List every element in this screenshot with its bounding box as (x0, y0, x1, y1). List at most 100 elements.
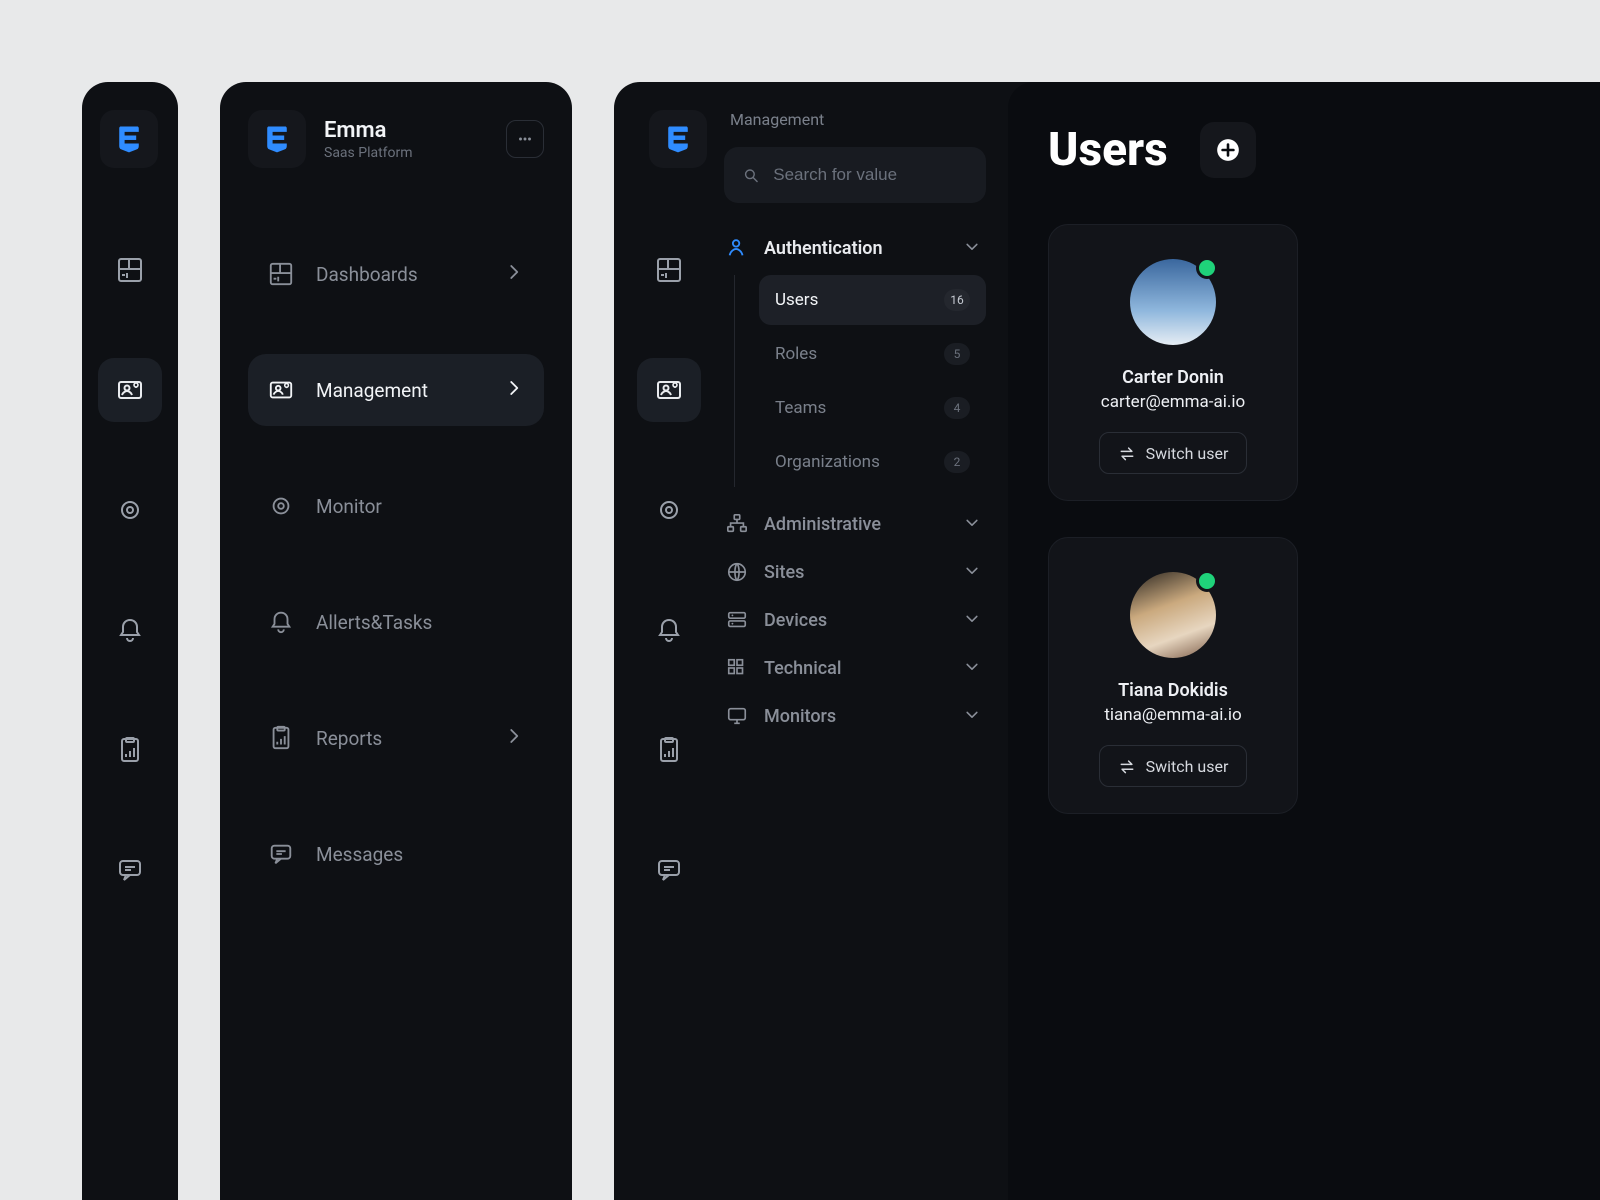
nav-item-management[interactable]: Management (248, 354, 544, 426)
rail-item-reports[interactable] (637, 718, 701, 782)
rail-item-reports[interactable] (98, 718, 162, 782)
group-administrative[interactable]: Administrative (724, 513, 986, 535)
reports-icon (655, 736, 683, 764)
chevron-right-icon (506, 263, 524, 286)
subnav-item-label: Roles (775, 344, 817, 364)
chevron-right-icon (506, 727, 524, 750)
app-name: Emma (324, 118, 413, 143)
chevron-down-icon (964, 514, 980, 535)
group-label: Administrative (764, 514, 881, 535)
avatar-wrap (1130, 572, 1216, 658)
search-input[interactable] (773, 165, 968, 185)
dashboard-icon (116, 256, 144, 284)
nav-item-label: Monitor (316, 495, 382, 518)
chevron-right-icon (506, 379, 524, 402)
messages-icon (268, 841, 294, 867)
messages-icon (655, 856, 683, 884)
chevron-down-icon (964, 610, 980, 631)
rail-item-alerts[interactable] (637, 598, 701, 662)
subnav-item-users[interactable]: Users 16 (759, 275, 986, 325)
subnav-title: Management (724, 110, 986, 129)
nav-item-reports[interactable]: Reports (248, 702, 544, 774)
chevron-down-icon (964, 238, 980, 259)
page-title: Users (1048, 123, 1168, 177)
rail-item-alerts[interactable] (98, 598, 162, 662)
more-button[interactable] (506, 120, 544, 158)
dashboard-icon (655, 256, 683, 284)
nav-item-label: Dashboards (316, 263, 418, 286)
dashboard-icon (268, 261, 294, 287)
management-icon (116, 376, 144, 404)
count-badge: 16 (944, 289, 970, 311)
nav-item-label: Management (316, 379, 428, 402)
rail-item-monitor[interactable] (637, 478, 701, 542)
group-label: Sites (764, 562, 804, 583)
status-online-icon (1196, 257, 1218, 279)
swap-icon (1118, 444, 1136, 462)
rail-item-management[interactable] (637, 358, 701, 422)
management-icon (655, 376, 683, 404)
chevron-down-icon (964, 562, 980, 583)
user-email: tiana@emma-ai.io (1104, 705, 1241, 725)
group-label: Technical (764, 658, 841, 679)
search-icon (742, 165, 759, 185)
subnav-item-roles[interactable]: Roles 5 (759, 329, 986, 379)
swap-icon (1118, 757, 1136, 775)
management-icon (268, 377, 294, 403)
dots-icon (516, 130, 534, 148)
switch-label: Switch user (1146, 444, 1229, 463)
nav-item-dashboard[interactable]: Dashboards (248, 238, 544, 310)
rail-item-management[interactable] (98, 358, 162, 422)
status-online-icon (1196, 570, 1218, 592)
subnav-item-label: Organizations (775, 452, 880, 472)
group-label: Authentication (764, 238, 883, 259)
grid-icon (726, 657, 748, 679)
count-badge: 5 (944, 343, 970, 365)
rail-item-dashboard[interactable] (637, 238, 701, 302)
user-card: Carter Donincarter@emma-ai.ioSwitch user (1048, 224, 1298, 501)
switch-label: Switch user (1146, 757, 1229, 776)
group-technical[interactable]: Technical (724, 657, 986, 679)
nav-item-label: Reports (316, 727, 382, 750)
search-box[interactable] (724, 147, 986, 203)
plus-icon (1215, 137, 1241, 163)
nav-item-messages[interactable]: Messages (248, 818, 544, 890)
logo[interactable] (100, 110, 158, 168)
rail-item-dashboard[interactable] (98, 238, 162, 302)
switch-user-button[interactable]: Switch user (1099, 745, 1248, 787)
subnav-item-teams[interactable]: Teams 4 (759, 383, 986, 433)
subnav-item-label: Teams (775, 398, 826, 418)
nav-item-monitor[interactable]: Monitor (248, 470, 544, 542)
alerts-icon (268, 609, 294, 635)
rail-item-monitor[interactable] (98, 478, 162, 542)
nav-item-alerts[interactable]: Allerts&Tasks (248, 586, 544, 658)
alerts-icon (116, 616, 144, 644)
sitemap-icon (726, 513, 748, 535)
group-authentication[interactable]: Authentication (724, 237, 986, 259)
sidebar-collapsed (82, 82, 178, 1200)
rail-item-messages[interactable] (98, 838, 162, 902)
logo[interactable] (248, 110, 306, 168)
user-name: Tiana Dokidis (1118, 680, 1228, 701)
group-sites[interactable]: Sites (724, 561, 986, 583)
group-devices[interactable]: Devices (724, 609, 986, 631)
rail-item-messages[interactable] (637, 838, 701, 902)
app-subtitle: Saas Platform (324, 145, 413, 161)
content-area: Users Carter Donincarter@emma-ai.ioSwitc… (1008, 82, 1600, 1200)
group-label: Devices (764, 610, 827, 631)
count-badge: 4 (944, 397, 970, 419)
switch-user-button[interactable]: Switch user (1099, 432, 1248, 474)
monitor-icon (268, 493, 294, 519)
reports-icon (268, 725, 294, 751)
group-monitors[interactable]: Monitors (724, 705, 986, 727)
logo[interactable] (649, 110, 707, 168)
count-badge: 2 (944, 451, 970, 473)
subnav-item-label: Users (775, 290, 818, 310)
user-icon (726, 237, 748, 259)
nav-item-label: Allerts&Tasks (316, 611, 432, 634)
globe-icon (726, 561, 748, 583)
subnav-item-organizations[interactable]: Organizations 2 (759, 437, 986, 487)
reports-icon (116, 736, 144, 764)
user-email: carter@emma-ai.io (1101, 392, 1245, 412)
add-user-button[interactable] (1200, 122, 1256, 178)
